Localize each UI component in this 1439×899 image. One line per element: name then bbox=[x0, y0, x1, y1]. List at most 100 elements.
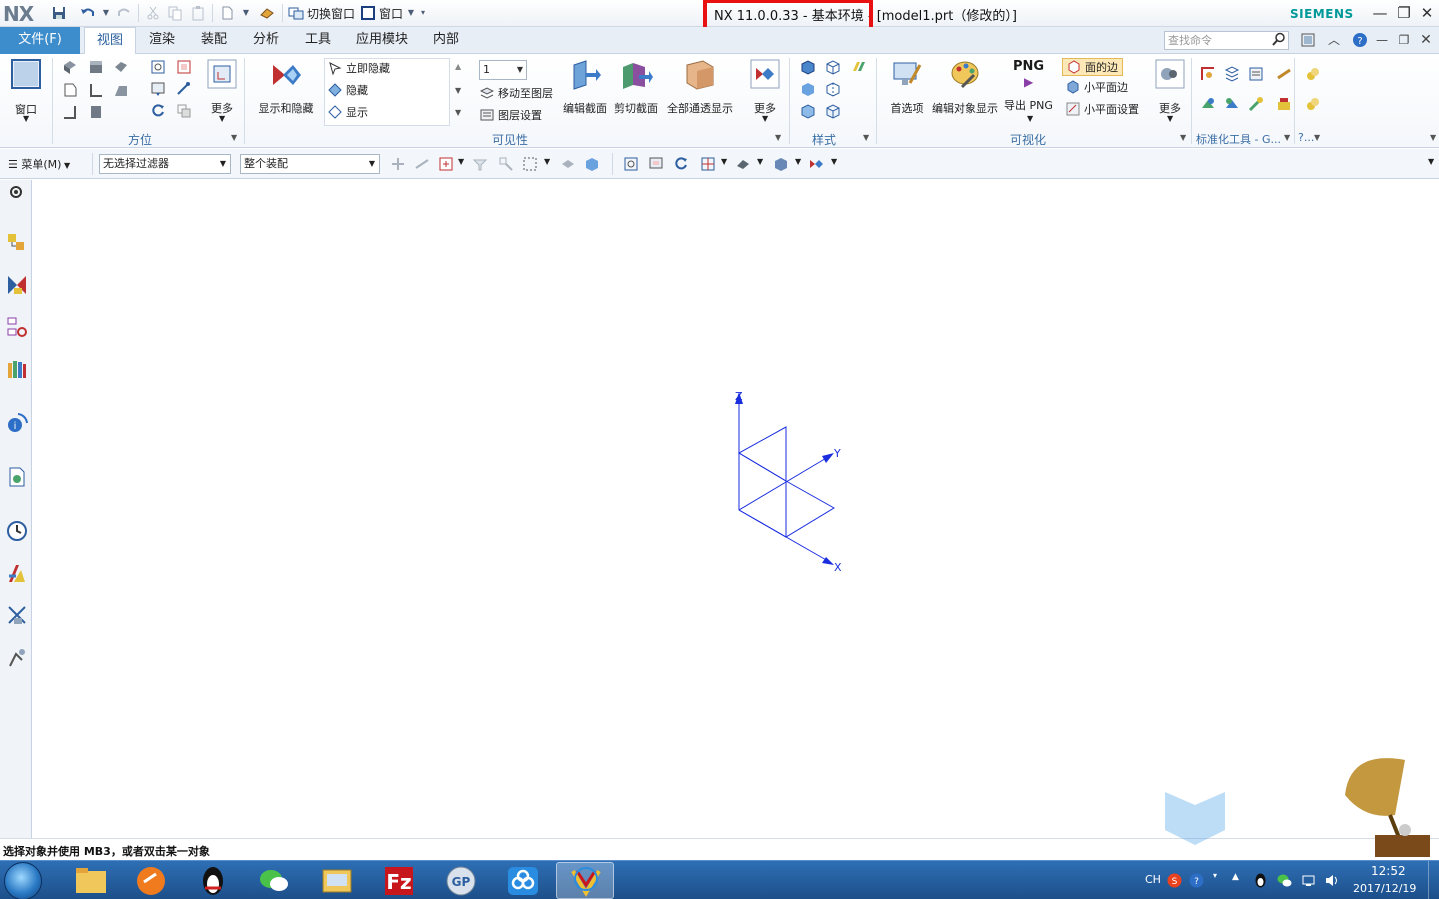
minimize-button[interactable]: — bbox=[1371, 4, 1389, 22]
std-tool-8-icon[interactable] bbox=[1248, 96, 1264, 112]
tab-file[interactable]: 文件(F) bbox=[0, 27, 80, 54]
volume-icon[interactable] bbox=[1324, 873, 1339, 888]
clip-section-button[interactable]: 剪切截面 bbox=[613, 57, 659, 116]
visualization-group-dropdown-icon[interactable]: ▼ bbox=[1180, 133, 1186, 142]
show-hide-button[interactable]: 显示和隐藏 bbox=[254, 57, 318, 116]
scroll-down-icon[interactable]: ▼ bbox=[455, 86, 461, 95]
restore-button[interactable]: ❐ bbox=[1395, 4, 1413, 22]
right-view-icon[interactable] bbox=[88, 82, 104, 98]
edit-object-display-button[interactable]: 编辑对象显示 bbox=[930, 57, 1000, 116]
show-hide-dropdown-icon[interactable]: ▼ bbox=[831, 157, 837, 166]
nx-logo[interactable]: NX bbox=[3, 2, 34, 26]
more-visualization-button[interactable]: 更多 bbox=[1150, 57, 1190, 116]
start-button[interactable] bbox=[4, 862, 42, 899]
paste-icon[interactable] bbox=[190, 5, 206, 21]
snap-dropdown-icon[interactable]: ▼ bbox=[458, 157, 464, 166]
manufacturing-wizard-icon[interactable] bbox=[6, 646, 28, 668]
expand-list-icon[interactable]: ▼ bbox=[455, 108, 461, 117]
zoom-icon[interactable] bbox=[176, 59, 192, 75]
more-visibility-button[interactable]: 更多 bbox=[745, 57, 785, 116]
partially-shaded-icon[interactable] bbox=[800, 103, 816, 119]
full-screen-icon[interactable] bbox=[1300, 32, 1316, 48]
part-navigator-icon[interactable] bbox=[6, 316, 28, 338]
bottom-view-icon[interactable] bbox=[62, 104, 78, 120]
orient-menu-icon[interactable] bbox=[700, 156, 716, 172]
doc-minimize-icon[interactable]: — bbox=[1374, 32, 1390, 48]
new-file-icon[interactable] bbox=[219, 5, 235, 21]
constraint-navigator-icon[interactable] bbox=[6, 274, 28, 296]
close-button[interactable]: ✕ bbox=[1418, 4, 1436, 22]
search-icon[interactable] bbox=[1272, 32, 1286, 46]
clock-time[interactable]: 12:52 bbox=[1371, 864, 1406, 878]
taskbar-explorer[interactable] bbox=[62, 862, 120, 899]
doc-restore-icon[interactable]: ❐ bbox=[1396, 32, 1412, 48]
history-icon[interactable] bbox=[6, 520, 28, 542]
background-dropdown-icon[interactable]: ▼ bbox=[795, 157, 801, 166]
general-select-icon[interactable] bbox=[390, 156, 406, 172]
tab-internal[interactable]: 内部 bbox=[424, 27, 468, 54]
settings-gear-icon[interactable] bbox=[8, 184, 24, 200]
pan-icon[interactable] bbox=[150, 81, 166, 97]
move-to-layer-button[interactable]: 移动至图层 bbox=[480, 85, 553, 103]
hidden-wireframe-icon[interactable] bbox=[825, 103, 841, 119]
taskbar-wechat[interactable] bbox=[246, 862, 304, 899]
more-dropdown-icon[interactable]: ▼ bbox=[219, 114, 225, 123]
orient-view-icon[interactable] bbox=[176, 81, 192, 97]
face-edges-toggle[interactable]: 面的边 bbox=[1062, 58, 1123, 76]
select-filter-icon[interactable] bbox=[472, 156, 488, 172]
scroll-up-icon[interactable]: ▲ bbox=[455, 62, 461, 71]
fit-view-icon[interactable] bbox=[623, 156, 639, 172]
ime-options-icon[interactable]: ▾ bbox=[1213, 871, 1217, 880]
front-view-icon[interactable] bbox=[62, 82, 78, 98]
window-menu-button[interactable]: 窗口 bbox=[379, 5, 403, 22]
static-wireframe-icon[interactable] bbox=[825, 81, 841, 97]
network-icon[interactable] bbox=[1301, 873, 1316, 888]
ribbon-options-icon[interactable]: ▼ bbox=[1430, 133, 1436, 142]
taskbar-cloud-app[interactable] bbox=[494, 862, 552, 899]
tab-analysis[interactable]: 分析 bbox=[244, 27, 288, 54]
export-png-button[interactable]: PNG ▶ 导出 PNG bbox=[1004, 57, 1053, 113]
tab-application[interactable]: 应用模块 bbox=[348, 27, 416, 54]
show-button[interactable]: 显示 bbox=[328, 104, 368, 122]
taskbar-app-orange[interactable] bbox=[122, 862, 180, 899]
all-through-display-button[interactable]: 全部通透显示 bbox=[664, 57, 736, 116]
zoom-view-icon[interactable] bbox=[648, 156, 664, 172]
taskbar-qq[interactable] bbox=[184, 862, 242, 899]
studio-icon[interactable] bbox=[851, 59, 867, 75]
std-tool-4-icon[interactable] bbox=[1276, 66, 1292, 82]
new-dropdown-icon[interactable]: ▼ bbox=[238, 5, 254, 21]
window-button[interactable]: 窗口 bbox=[6, 57, 46, 117]
tab-assembly[interactable]: 装配 bbox=[192, 27, 236, 54]
copy-icon[interactable] bbox=[167, 5, 183, 21]
std-tool-3-icon[interactable] bbox=[1248, 66, 1264, 82]
system-materials-icon[interactable] bbox=[6, 562, 28, 584]
show-hide-quick-icon[interactable] bbox=[808, 156, 824, 172]
ime-help-icon[interactable]: ? bbox=[1189, 873, 1204, 888]
std-tool-6-icon[interactable] bbox=[1200, 96, 1216, 112]
assembly-navigator-icon[interactable] bbox=[6, 232, 28, 254]
wireframe-icon[interactable] bbox=[825, 59, 841, 75]
style-group-dropdown-icon[interactable]: ▼ bbox=[863, 133, 869, 142]
back-view-icon[interactable] bbox=[88, 104, 104, 120]
clock-date[interactable]: 2017/12/19 bbox=[1353, 882, 1416, 895]
std-tool-5-icon[interactable] bbox=[1305, 66, 1321, 82]
layer-settings-button[interactable]: 图层设置 bbox=[480, 107, 542, 125]
select-body-icon[interactable] bbox=[584, 156, 600, 172]
export-png-dropdown-icon[interactable]: ▼ bbox=[1027, 114, 1033, 123]
render-style-icon[interactable] bbox=[735, 156, 751, 172]
edit-section-button[interactable]: 编辑截面 bbox=[562, 57, 608, 116]
save-icon[interactable] bbox=[51, 5, 67, 21]
command-search-input[interactable]: 查找命令 bbox=[1164, 31, 1289, 50]
select-mode-icon[interactable] bbox=[414, 156, 430, 172]
show-desktop-button[interactable] bbox=[1428, 861, 1439, 899]
rectangle-select-icon[interactable] bbox=[522, 156, 538, 172]
web-browser-icon[interactable] bbox=[6, 466, 28, 488]
show-hidden-icons-icon[interactable]: ▲ bbox=[1232, 872, 1239, 882]
std-tools-dropdown-icon[interactable]: ▼ bbox=[1284, 133, 1290, 142]
sogou-ime-icon[interactable]: S bbox=[1167, 873, 1182, 888]
undo-dropdown-icon[interactable]: ▼ bbox=[98, 5, 114, 21]
touch-mode-icon[interactable] bbox=[259, 5, 275, 21]
more-orient-button[interactable]: 更多 bbox=[202, 57, 242, 116]
orient-dropdown-icon[interactable]: ▼ bbox=[721, 157, 727, 166]
hd3d-tools-icon[interactable]: i bbox=[6, 412, 28, 434]
